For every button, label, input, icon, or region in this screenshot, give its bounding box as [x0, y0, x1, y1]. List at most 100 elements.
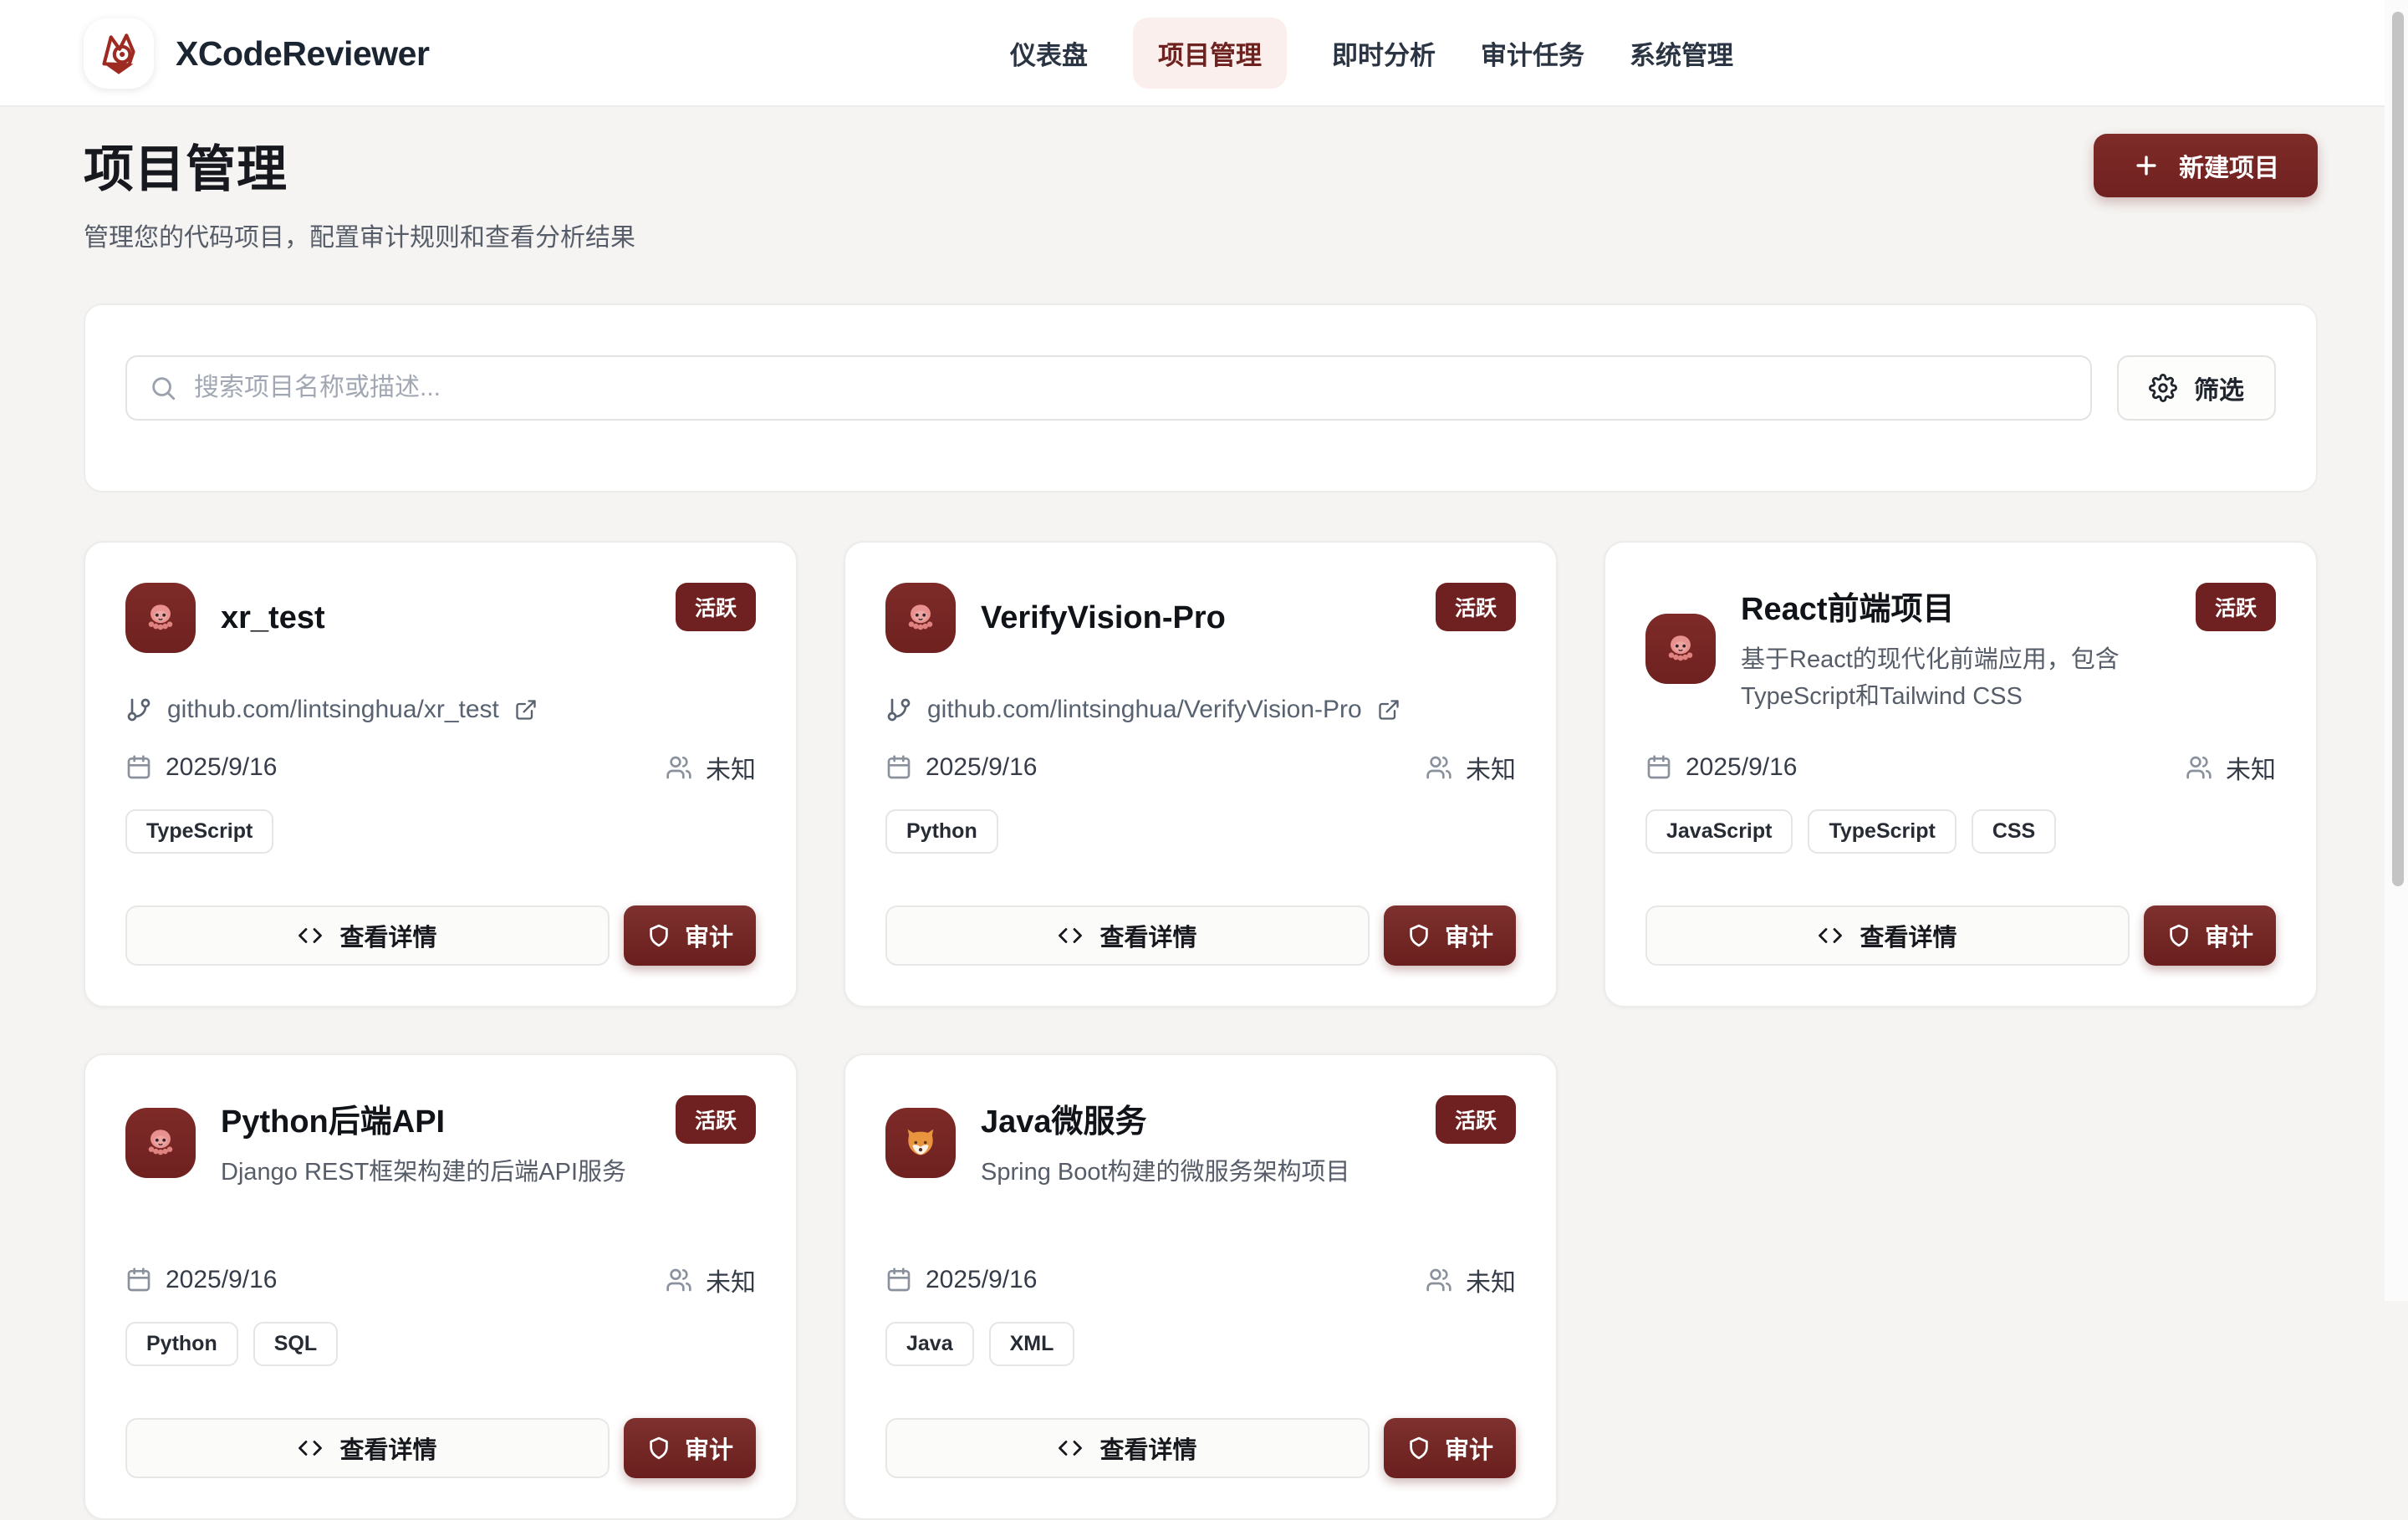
- card-title-wrap: Python后端API Django REST框架构建的后端API服务: [221, 1095, 637, 1191]
- project-date: 2025/9/16: [926, 753, 1037, 782]
- audit-button[interactable]: 审计: [2144, 905, 2276, 966]
- project-members: 未知: [1466, 749, 1516, 786]
- card-spacer: [125, 1191, 756, 1262]
- language-tag: Python: [885, 809, 998, 854]
- language-tag: TypeScript: [125, 809, 273, 854]
- page-title: 项目管理: [84, 129, 635, 201]
- filter-button[interactable]: 筛选: [2117, 355, 2276, 421]
- project-name: Python后端API: [221, 1095, 637, 1141]
- project-avatar: [125, 583, 196, 653]
- top-navbar: XCodeReviewer 仪表盘 项目管理 即时分析 审计任务 系统管理: [0, 0, 2408, 107]
- shield-icon: [2166, 923, 2191, 948]
- language-tag: XML: [989, 1322, 1075, 1366]
- calendar-icon: [885, 754, 912, 781]
- card-actions: 查看详情 审计: [125, 1418, 756, 1478]
- filter-label: 筛选: [2194, 370, 2244, 406]
- card-title-wrap: React前端项目 基于React的现代化前端应用，包含TypeScript和T…: [1741, 583, 2157, 715]
- search-filter-panel: 筛选: [84, 303, 2318, 492]
- external-link-icon: [514, 698, 538, 722]
- meta-row: 2025/9/16 未知: [125, 749, 756, 786]
- language-tag: CSS: [1972, 809, 2056, 854]
- project-card-java-microservices: Java微服务 Spring Boot构建的微服务架构项目 活跃 2025/9/…: [844, 1053, 1558, 1520]
- code-icon: [1818, 923, 1843, 948]
- search-box[interactable]: [125, 355, 2092, 421]
- meta-row: 2025/9/16 未知: [125, 1262, 756, 1298]
- project-date: 2025/9/16: [1686, 753, 1797, 782]
- audit-label: 审计: [685, 918, 733, 953]
- view-details-button[interactable]: 查看详情: [125, 905, 610, 966]
- repo-url: github.com/lintsinghua/VerifyVision-Pro: [927, 696, 1362, 724]
- meta-row: 2025/9/16 未知: [1645, 749, 2276, 786]
- audit-label: 审计: [685, 1431, 733, 1466]
- octopus-avatar-icon: [141, 599, 180, 637]
- gear-icon: [2149, 374, 2177, 402]
- view-details-button[interactable]: 查看详情: [1645, 905, 2130, 966]
- card-header: Python后端API Django REST框架构建的后端API服务 活跃: [125, 1095, 756, 1191]
- tags-row: Python SQL: [125, 1322, 756, 1366]
- scrollbar-track[interactable]: [2385, 0, 2408, 1301]
- app-title: XCodeReviewer: [176, 34, 429, 74]
- card-title-wrap: xr_test: [221, 600, 637, 636]
- audit-button[interactable]: 审计: [624, 905, 756, 966]
- project-avatar: [885, 1108, 956, 1178]
- main-content: 项目管理 管理您的代码项目，配置审计规则和查看分析结果 新建项目 筛选: [0, 107, 2408, 1520]
- search-input[interactable]: [194, 374, 2069, 402]
- tags-row: Java XML: [885, 1322, 1516, 1366]
- git-branch-icon: [885, 696, 912, 723]
- view-details-button[interactable]: 查看详情: [885, 905, 1370, 966]
- audit-label: 审计: [1445, 918, 1493, 953]
- brand[interactable]: XCodeReviewer: [84, 18, 429, 89]
- nav-item-dashboard[interactable]: 仪表盘: [1010, 34, 1088, 72]
- status-badge: 活跃: [2196, 583, 2276, 631]
- repo-link[interactable]: github.com/lintsinghua/xr_test: [125, 696, 756, 724]
- new-project-button[interactable]: 新建项目: [2094, 134, 2318, 197]
- tags-row: JavaScript TypeScript CSS: [1645, 809, 2276, 854]
- page-subtitle: 管理您的代码项目，配置审计规则和查看分析结果: [84, 217, 635, 253]
- language-tag: Java: [885, 1322, 974, 1366]
- shield-icon: [646, 923, 671, 948]
- project-name: VerifyVision-Pro: [981, 600, 1397, 636]
- card-title-wrap: VerifyVision-Pro: [981, 600, 1397, 636]
- new-project-label: 新建项目: [2179, 147, 2279, 184]
- nav-item-system-admin[interactable]: 系统管理: [1630, 34, 1733, 72]
- members-group: 未知: [2186, 749, 2276, 786]
- view-details-button[interactable]: 查看详情: [125, 1418, 610, 1478]
- audit-label: 审计: [1445, 1431, 1493, 1466]
- language-tag: SQL: [253, 1322, 338, 1366]
- project-avatar: [885, 583, 956, 653]
- git-branch-icon: [125, 696, 152, 723]
- page-header-text: 项目管理 管理您的代码项目，配置审计规则和查看分析结果: [84, 129, 635, 253]
- members-group: 未知: [666, 749, 756, 786]
- users-icon: [1426, 1267, 1452, 1293]
- page-header: 项目管理 管理您的代码项目，配置审计规则和查看分析结果 新建项目: [84, 129, 2318, 253]
- audit-button[interactable]: 审计: [1384, 905, 1516, 966]
- repo-link[interactable]: github.com/lintsinghua/VerifyVision-Pro: [885, 696, 1516, 724]
- code-icon: [298, 923, 323, 948]
- audit-button[interactable]: 审计: [1384, 1418, 1516, 1478]
- scrollbar-thumb[interactable]: [2392, 12, 2404, 886]
- project-date: 2025/9/16: [166, 1266, 277, 1294]
- card-header: Java微服务 Spring Boot构建的微服务架构项目 活跃: [885, 1095, 1516, 1191]
- language-tag: JavaScript: [1645, 809, 1793, 854]
- project-description: 基于React的现代化前端应用，包含TypeScript和Tailwind CS…: [1741, 642, 2157, 715]
- status-badge: 活跃: [676, 1095, 756, 1144]
- card-header: xr_test 活跃: [125, 583, 756, 653]
- app-logo: [84, 18, 154, 89]
- calendar-icon: [125, 1267, 152, 1293]
- nav-item-audit-tasks[interactable]: 审计任务: [1481, 34, 1584, 72]
- status-badge: 活跃: [676, 583, 756, 631]
- project-grid: xr_test 活跃 github.com/lintsinghua/xr_tes…: [84, 541, 2318, 1520]
- card-actions: 查看详情 审计: [1645, 905, 2276, 966]
- audit-button[interactable]: 审计: [624, 1418, 756, 1478]
- project-card-python-backend-api: Python后端API Django REST框架构建的后端API服务 活跃 2…: [84, 1053, 798, 1520]
- project-members: 未知: [706, 1262, 756, 1298]
- card-spacer: [885, 1191, 1516, 1262]
- nav-item-instant-analysis[interactable]: 即时分析: [1332, 34, 1436, 72]
- status-badge: 活跃: [1436, 583, 1516, 631]
- members-group: 未知: [1426, 1262, 1516, 1298]
- nav-item-projects[interactable]: 项目管理: [1133, 18, 1287, 89]
- card-header: VerifyVision-Pro 活跃: [885, 583, 1516, 653]
- code-icon: [298, 1436, 323, 1461]
- calendar-icon: [885, 1267, 912, 1293]
- view-details-button[interactable]: 查看详情: [885, 1418, 1370, 1478]
